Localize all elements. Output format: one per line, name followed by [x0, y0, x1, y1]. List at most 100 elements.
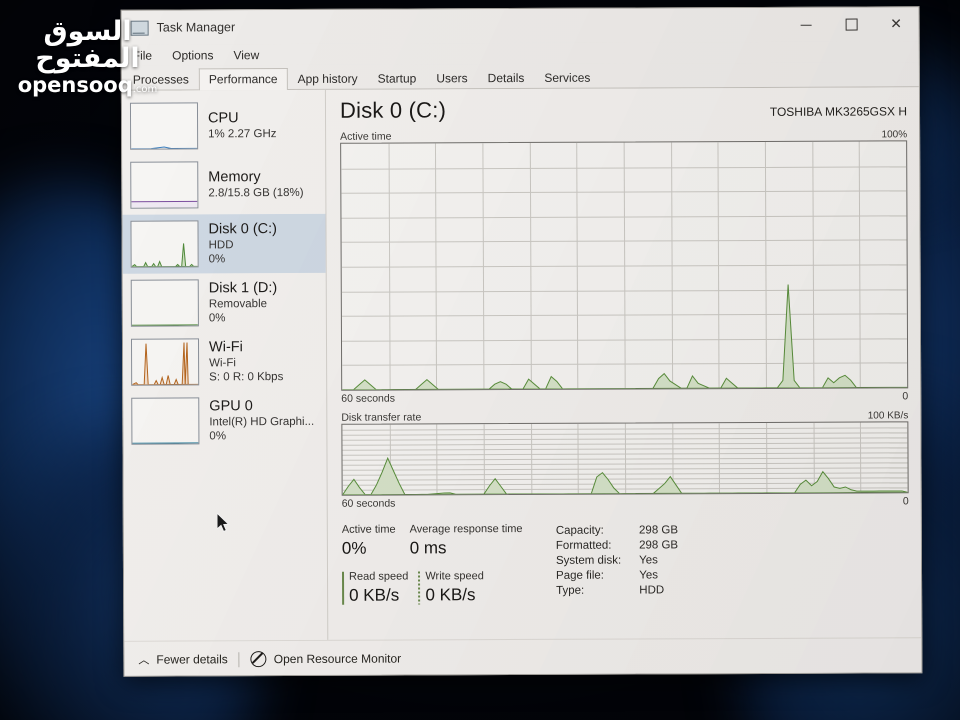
disk1-thumbnail-graph — [130, 279, 199, 327]
performance-detail-pane: Disk 0 (C:) TOSHIBA MK3265GSX H Active t… — [326, 87, 921, 640]
tab-processes[interactable]: Processes — [123, 68, 199, 90]
disk0-thumbnail-graph — [130, 220, 199, 268]
sidebar-item-sub2: S: 0 R: 0 Kbps — [209, 371, 284, 384]
tab-startup[interactable]: Startup — [368, 67, 427, 89]
active-time-max-label: 100% — [881, 129, 908, 141]
stat-label: Average response time — [409, 522, 523, 536]
detail-value: 298 GB — [639, 538, 679, 551]
wifi-thumbnail-graph — [130, 338, 200, 386]
stat-label: Read speed — [348, 570, 409, 583]
disk-details-table: Capacity: 298 GB Formatted: 298 GB Syste… — [556, 522, 679, 605]
stat-read-speed: Read speed 0 KB/s — [342, 570, 408, 605]
transfer-rate-min-label: 0 — [902, 495, 909, 508]
transfer-rate-graph — [341, 421, 909, 496]
footer-divider — [238, 651, 240, 667]
active-time-graph-footer: 60 seconds 0 — [341, 390, 908, 404]
sidebar-item-sub: HDD — [208, 239, 234, 252]
transfer-rate-graph-footer: 60 seconds 0 — [342, 495, 909, 509]
close-button[interactable]: ✕ — [874, 7, 919, 41]
task-manager-window: Task Manager ✕ File Options View Process… — [120, 6, 923, 677]
window-title: Task Manager — [156, 20, 236, 35]
minimize-button[interactable] — [784, 8, 829, 42]
detail-key: Formatted: — [555, 539, 612, 552]
table-row: Page file: Yes — [556, 567, 678, 583]
transfer-rate-max-label: 100 KB/s — [867, 410, 909, 422]
transfer-rate-time-label: 60 seconds — [341, 497, 396, 510]
sidebar-item-gpu-0[interactable]: GPU 0 Intel(R) HD Graphi... 0% — [123, 391, 326, 451]
minimize-icon — [800, 24, 812, 26]
sidebar-item-disk-1[interactable]: Disk 1 (D:) Removable 0% — [123, 273, 326, 333]
sidebar-item-label: CPU — [207, 110, 239, 127]
disk-model: TOSHIBA MK3265GSX H — [769, 104, 908, 119]
sidebar-item-meta: GPU 0 Intel(R) HD Graphi... 0% — [209, 398, 314, 443]
stats-row-primary: Active time 0% Average response time 0 m… — [342, 523, 542, 559]
sidebar-item-wifi[interactable]: Wi-Fi Wi-Fi S: 0 R: 0 Kbps — [123, 332, 326, 392]
maximize-button[interactable] — [829, 7, 874, 41]
stat-value: 0 ms — [409, 538, 447, 558]
stat-label: Active time — [341, 523, 396, 536]
tab-strip: Processes Performance App history Startu… — [121, 62, 919, 91]
sidebar-item-sub: Removable — [208, 298, 268, 311]
fewer-details-label: Fewer details — [156, 652, 228, 667]
sidebar-item-disk-0[interactable]: Disk 0 (C:) HDD 0% — [122, 213, 326, 274]
stat-label: Write speed — [425, 570, 484, 583]
stats-row-secondary: Read speed 0 KB/s Write speed 0 KB/s — [342, 570, 542, 606]
chevron-up-icon: ︿ — [138, 654, 150, 667]
task-manager-icon — [130, 20, 149, 36]
maximize-icon — [845, 18, 858, 31]
tab-performance[interactable]: Performance — [198, 68, 288, 91]
stat-value: 0% — [341, 538, 367, 558]
menu-item-file[interactable]: File — [130, 47, 155, 63]
sidebar-item-meta: Disk 0 (C:) HDD 0% — [208, 221, 277, 266]
stat-value: 0 KB/s — [349, 585, 400, 605]
tab-app-history[interactable]: App history — [288, 68, 368, 90]
close-icon: ✕ — [890, 16, 903, 33]
sidebar-item-label: Memory — [208, 169, 261, 186]
table-row: Type: HDD — [556, 582, 678, 598]
pane-header: Disk 0 (C:) TOSHIBA MK3265GSX H — [340, 95, 907, 123]
active-time-time-label: 60 seconds — [341, 392, 395, 405]
active-time-label: Active time — [340, 130, 392, 143]
stats-left: Active time 0% Average response time 0 m… — [342, 523, 542, 606]
resource-monitor-icon — [250, 651, 267, 668]
sidebar-item-label: Wi-Fi — [208, 339, 243, 356]
sidebar-item-memory[interactable]: Memory 2.8/15.8 GB (18%) — [122, 155, 325, 215]
detail-value: Yes — [639, 553, 658, 566]
sidebar-item-meta: Wi-Fi Wi-Fi S: 0 R: 0 Kbps — [209, 339, 283, 384]
stat-value: 0 KB/s — [425, 585, 476, 605]
tab-details[interactable]: Details — [478, 67, 535, 89]
window-body: CPU 1% 2.27 GHz Memory 2.8/15.8 GB (18%) — [121, 87, 922, 641]
sidebar-item-sub2: 0% — [208, 253, 226, 266]
open-resource-monitor-button[interactable]: Open Resource Monitor — [250, 651, 402, 668]
tab-services[interactable]: Services — [534, 67, 600, 89]
window-controls: ✕ — [784, 7, 919, 42]
detail-key: Page file: — [555, 569, 604, 582]
sidebar-item-label: GPU 0 — [209, 398, 253, 415]
resource-monitor-label: Open Resource Monitor — [273, 651, 402, 667]
sidebar-item-sub2: 0% — [208, 312, 226, 325]
sidebar-item-label: Disk 1 (D:) — [208, 280, 278, 297]
detail-value: 298 GB — [638, 523, 679, 536]
sidebar-item-sub2: 0% — [209, 430, 227, 443]
sidebar-item-cpu[interactable]: CPU 1% 2.27 GHz — [122, 96, 325, 156]
active-time-min-label: 0 — [902, 390, 909, 403]
detail-value: Yes — [639, 568, 658, 581]
stat-active-time: Active time 0% — [342, 524, 396, 559]
memory-thumbnail-graph — [130, 161, 199, 209]
table-row: Formatted: 298 GB — [556, 537, 678, 553]
table-row: System disk: Yes — [556, 552, 678, 568]
mouse-cursor — [217, 513, 230, 533]
tab-users[interactable]: Users — [426, 67, 477, 89]
page-title: Disk 0 (C:) — [339, 97, 447, 123]
detail-key: Capacity: — [555, 524, 604, 537]
detail-value: HDD — [639, 583, 665, 596]
menu-item-view[interactable]: View — [230, 47, 262, 63]
sidebar-item-meta: CPU 1% 2.27 GHz — [208, 110, 277, 141]
stats-area: Active time 0% Average response time 0 m… — [342, 521, 909, 605]
sidebar-item-sub: Intel(R) HD Graphi... — [209, 416, 315, 429]
detail-key: System disk: — [555, 554, 622, 567]
window-footer: ︿ Fewer details Open Resource Monitor — [124, 637, 922, 677]
fewer-details-button[interactable]: ︿ Fewer details — [138, 651, 227, 667]
menu-item-options[interactable]: Options — [169, 47, 216, 63]
active-time-graph — [340, 140, 909, 391]
